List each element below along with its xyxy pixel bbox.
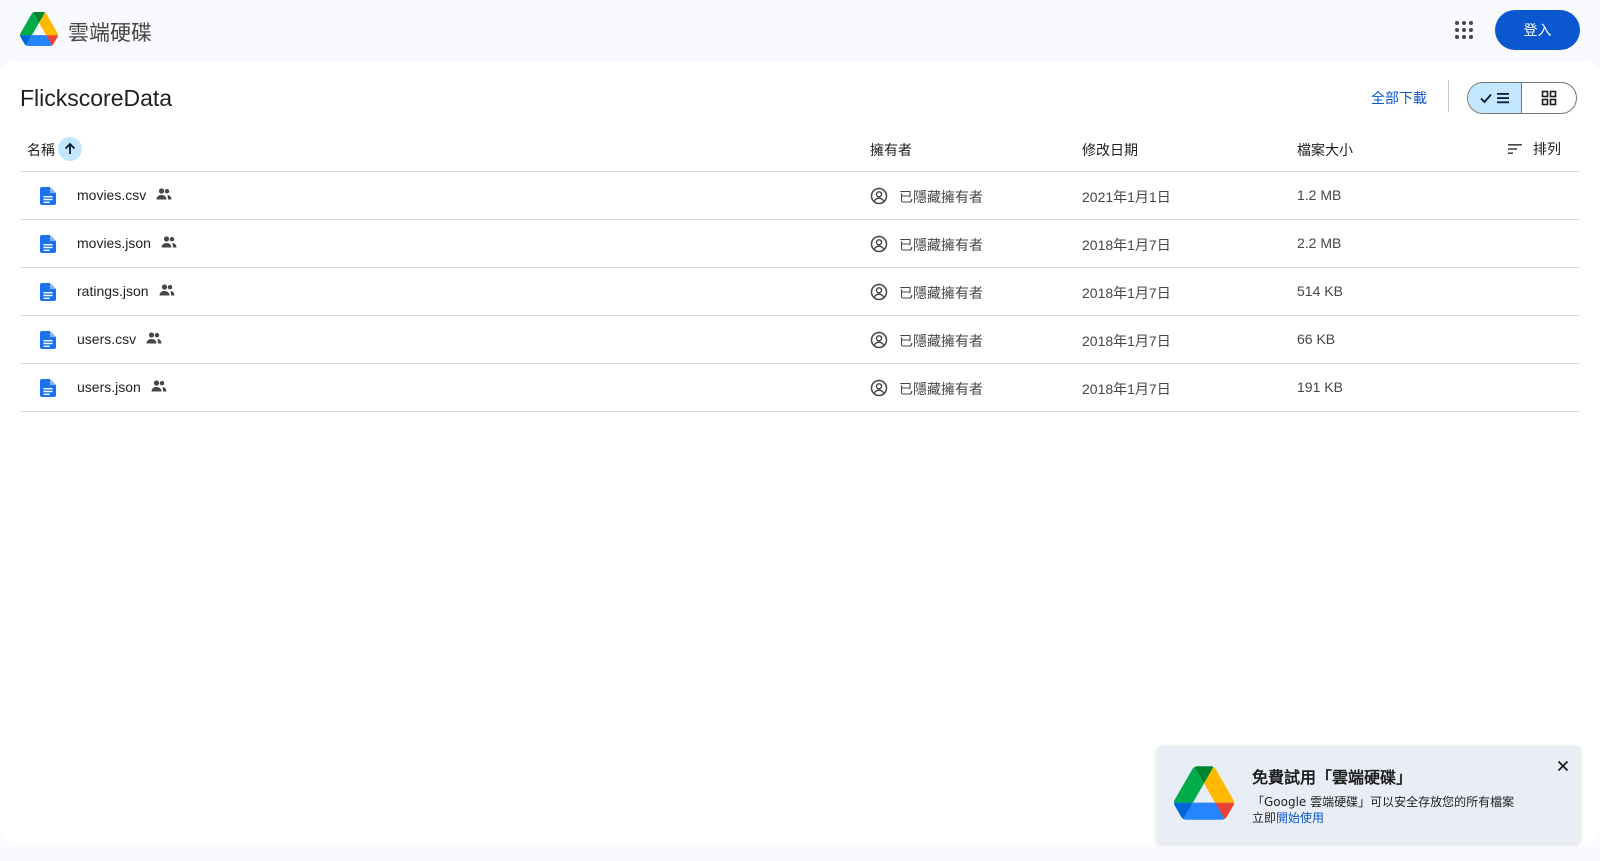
shared-people-icon xyxy=(156,188,172,200)
file-list: movies.csv 已隱藏擁有者 2021年1月1日 1.2 MB movie… xyxy=(20,172,1580,412)
file-owner: 已隱藏擁有者 xyxy=(899,190,983,206)
sort-button[interactable]: 排列 xyxy=(1507,139,1561,159)
arrow-up-icon xyxy=(64,142,76,154)
file-modified-date: 2018年1月7日 xyxy=(1082,285,1171,301)
shared-people-icon xyxy=(151,380,167,392)
file-name[interactable]: ratings.json xyxy=(77,283,149,299)
file-modified-date: 2018年1月7日 xyxy=(1082,333,1171,349)
file-size: 1.2 MB xyxy=(1297,187,1342,203)
promo-banner: 免費試用「雲端硬碟」 「Google 雲端硬碟」可以安全存放您的所有檔案 立即開… xyxy=(1157,746,1580,843)
download-all-button[interactable]: 全部下載 xyxy=(1371,88,1427,108)
sort-icon xyxy=(1508,144,1522,154)
doc-file-icon xyxy=(40,187,56,205)
promo-cta-line: 立即開始使用 xyxy=(1252,809,1324,826)
file-row[interactable]: ratings.json 已隱藏擁有者 2018年1月7日 514 KB xyxy=(20,268,1580,316)
column-header: 名稱 擁有者 修改日期 檔案大小 排列 xyxy=(20,126,1580,172)
account-circle-icon xyxy=(870,331,888,349)
toolbar-divider xyxy=(1448,80,1449,112)
app-name: 雲端硬碟 xyxy=(68,21,152,45)
doc-file-icon xyxy=(40,283,56,301)
file-name[interactable]: movies.json xyxy=(77,235,151,251)
shared-people-icon xyxy=(146,332,162,344)
file-owner: 已隱藏擁有者 xyxy=(899,238,983,254)
account-circle-icon xyxy=(870,187,888,205)
column-size: 檔案大小 xyxy=(1297,143,1353,159)
file-modified-date: 2021年1月1日 xyxy=(1082,189,1171,205)
google-apps-icon[interactable] xyxy=(1452,18,1476,42)
file-size: 2.2 MB xyxy=(1297,235,1342,251)
file-row[interactable]: movies.csv 已隱藏擁有者 2021年1月1日 1.2 MB xyxy=(20,172,1580,220)
doc-file-icon xyxy=(40,235,56,253)
file-owner: 已隱藏擁有者 xyxy=(899,334,983,350)
top-bar: 雲端硬碟 登入 xyxy=(0,0,1600,62)
drive-logo-icon[interactable] xyxy=(20,12,58,46)
column-name[interactable]: 名稱 xyxy=(27,140,55,160)
column-modified: 修改日期 xyxy=(1082,143,1138,159)
signin-button[interactable]: 登入 xyxy=(1495,10,1580,50)
promo-description: 「Google 雲端硬碟」可以安全存放您的所有檔案 xyxy=(1252,795,1515,809)
drive-logo-icon xyxy=(1174,766,1234,820)
main-content: FlickscoreData 全部下載 名稱 擁有者 修改日期 檔案大小 排列 … xyxy=(0,62,1600,845)
file-name[interactable]: users.csv xyxy=(77,331,136,347)
file-size: 514 KB xyxy=(1297,283,1343,299)
close-icon[interactable] xyxy=(1555,758,1571,774)
account-circle-icon xyxy=(870,379,888,397)
get-started-link[interactable]: 開始使用 xyxy=(1276,811,1324,825)
shared-people-icon xyxy=(161,236,177,248)
column-owner: 擁有者 xyxy=(870,143,912,159)
sort-direction-button[interactable] xyxy=(58,137,82,161)
account-circle-icon xyxy=(870,235,888,253)
file-row[interactable]: users.json 已隱藏擁有者 2018年1月7日 191 KB xyxy=(20,364,1580,412)
file-size: 191 KB xyxy=(1297,379,1343,395)
file-row[interactable]: users.csv 已隱藏擁有者 2018年1月7日 66 KB xyxy=(20,316,1580,364)
file-modified-date: 2018年1月7日 xyxy=(1082,237,1171,253)
file-modified-date: 2018年1月7日 xyxy=(1082,381,1171,397)
grid-view-button[interactable] xyxy=(1522,83,1576,113)
folder-title: FlickscoreData xyxy=(20,85,173,111)
account-circle-icon xyxy=(870,283,888,301)
doc-file-icon xyxy=(40,331,56,349)
file-owner: 已隱藏擁有者 xyxy=(899,286,983,302)
file-owner: 已隱藏擁有者 xyxy=(899,382,983,398)
file-name[interactable]: users.json xyxy=(77,379,141,395)
list-view-button[interactable] xyxy=(1468,83,1523,113)
promo-cta-prefix: 立即 xyxy=(1252,811,1277,825)
file-row[interactable]: movies.json 已隱藏擁有者 2018年1月7日 2.2 MB xyxy=(20,220,1580,268)
doc-file-icon xyxy=(40,379,56,397)
shared-people-icon xyxy=(159,284,175,296)
promo-title: 免費試用「雲端硬碟」 xyxy=(1252,768,1413,787)
list-view-icon xyxy=(1479,93,1509,104)
file-size: 66 KB xyxy=(1297,331,1336,347)
view-toggle xyxy=(1467,82,1577,114)
file-name[interactable]: movies.csv xyxy=(77,187,146,203)
grid-view-icon xyxy=(1541,90,1557,106)
sort-label: 排列 xyxy=(1533,142,1561,158)
